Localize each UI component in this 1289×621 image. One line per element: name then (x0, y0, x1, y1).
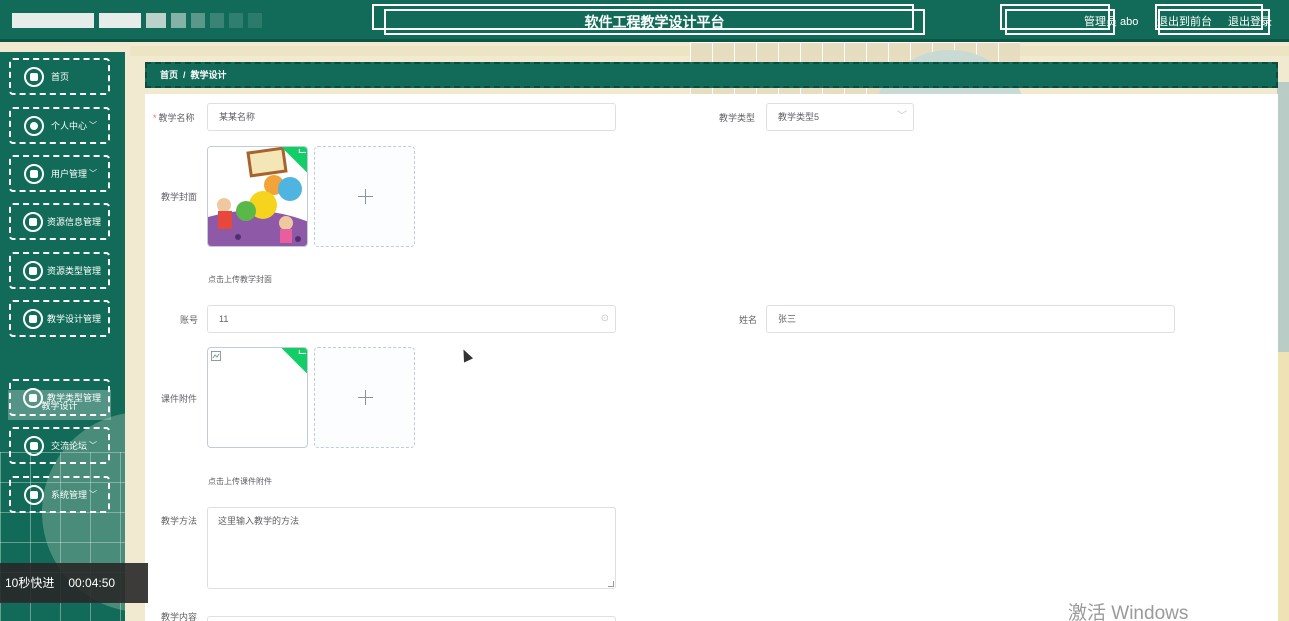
attach-preview (207, 347, 308, 448)
sidebar-item-profile[interactable]: 个人中心 ﹀ (9, 107, 110, 144)
user-icon (24, 115, 44, 136)
chevron-down-icon: ﹀ (89, 490, 98, 499)
resize-handle[interactable] (608, 581, 614, 587)
attach-label: 课件附件 (161, 394, 198, 404)
cover-image (207, 146, 308, 247)
chevron-down-icon: ﹀ (89, 121, 98, 130)
sidebar-item-label: 交流论坛 (51, 441, 88, 451)
method-label: 教学方法 (161, 516, 198, 526)
design-icon (23, 308, 43, 329)
clear-icon[interactable]: ⊙ (601, 306, 609, 332)
attach-upload-button[interactable] (314, 347, 415, 448)
sidebar-item-label: 资源类型管理 (47, 266, 102, 276)
check-icon (298, 349, 306, 354)
realname-input[interactable]: 张三 (766, 305, 1175, 333)
name-label: * 教学名称 (153, 113, 195, 123)
category-icon (23, 260, 43, 281)
fast-forward-label[interactable]: 10秒快进 (5, 576, 54, 590)
sidebar-item-resource-type[interactable]: 资源类型管理 (9, 252, 110, 289)
home-icon (24, 66, 44, 87)
main-content: 首页 / 教学设计 *教学名称 某某名称 教学类型 教学类型5 ﹀ 教学封面 (145, 62, 1278, 621)
forum-icon (24, 435, 44, 456)
chevron-down-icon: ﹀ (89, 441, 98, 450)
sidebar-item-system[interactable]: 系统管理 ﹀ (9, 476, 110, 513)
cover-illustration (208, 147, 307, 246)
chevron-down-icon: ﹀ (89, 169, 98, 178)
sidebar-item-home[interactable]: 首页 (9, 58, 110, 95)
sidebar-item-label: 用户管理 (51, 169, 88, 179)
cover-upload-tip: 点击上传教学封面 (208, 275, 272, 284)
sidebar-item-teaching-design[interactable]: 教学设计管理 (9, 300, 110, 337)
sidebar-item-resource-info[interactable]: 资源信息管理 (9, 203, 110, 240)
account-input[interactable]: 11 ⊙ (207, 305, 616, 333)
type-label: 教学类型 (719, 113, 756, 123)
breadcrumb-separator: / (183, 70, 186, 80)
windows-watermark: 激活 Windows (1068, 603, 1189, 621)
chevron-down-icon: ﹀ (897, 111, 907, 122)
account-input-value: 11 (219, 314, 229, 324)
name-input[interactable]: 某某名称 (207, 103, 616, 131)
type-select[interactable]: 教学类型5 ﹀ (766, 103, 914, 131)
resource-icon (23, 211, 43, 232)
realname-label: 姓名 (739, 315, 758, 325)
sidebar-item-label: 首页 (51, 72, 70, 82)
sidebar-item-label: 教学设计管理 (47, 314, 102, 324)
sidebar: 首页 个人中心 ﹀ 用户管理 ﹀ 资源信息管理 资源类型管理 教学设计管理 教学… (0, 52, 125, 621)
sidebar-item-teaching-type[interactable]: 教学类型管理 (9, 379, 110, 416)
cover-label: 教学封面 (161, 192, 198, 202)
page-title: 软件工程教学设计平台 (384, 9, 925, 35)
sidebar-item-label: 资源信息管理 (47, 217, 102, 227)
sidebar-item-forum[interactable]: 交流论坛 ﹀ (9, 427, 110, 464)
attach-upload-tip: 点击上传课件附件 (208, 477, 272, 486)
account-label: 账号 (180, 315, 199, 325)
top-header: 软件工程教学设计平台 管理员 abo 退出到前台 退出登录 (0, 0, 1289, 42)
users-icon (24, 163, 44, 184)
content-editor[interactable] (207, 616, 616, 621)
breadcrumb: 首页 / 教学设计 (145, 62, 1278, 88)
logo (12, 13, 262, 28)
method-textarea[interactable]: 这里输入教学的方法 (207, 507, 616, 589)
video-time: 00:04:50 (68, 576, 116, 590)
video-overlay: 10秒快进 00:04:50 (0, 563, 148, 603)
back-to-front-link[interactable]: 退出到前台 (1157, 13, 1212, 29)
sidebar-item-users[interactable]: 用户管理 ﹀ (9, 155, 110, 192)
form-card: * 教学名称 某某名称 教学类型 教学类型5 ﹀ 教学封面 点击上传教学封面 账… (145, 94, 1278, 621)
settings-icon (24, 484, 44, 505)
upload-success-badge (280, 348, 307, 375)
cover-upload-button[interactable] (314, 146, 415, 247)
breadcrumb-home[interactable]: 首页 (160, 70, 178, 80)
breadcrumb-current: 教学设计 (190, 70, 227, 80)
content-label: 教学内容 (161, 612, 198, 621)
current-user: 管理员 abo (1084, 16, 1139, 28)
sidebar-item-label: 教学类型管理 (47, 393, 102, 403)
type-icon (23, 387, 43, 408)
check-icon (298, 148, 306, 153)
sidebar-item-label: 个人中心 (51, 121, 88, 131)
bg-right-strip-lower (1277, 352, 1289, 621)
method-textarea-value: 这里输入教学的方法 (218, 516, 300, 526)
logout-link[interactable]: 退出登录 (1228, 13, 1272, 29)
broken-image-icon (211, 351, 221, 361)
type-select-value: 教学类型5 (778, 112, 820, 122)
sidebar-item-label: 系统管理 (51, 490, 88, 500)
